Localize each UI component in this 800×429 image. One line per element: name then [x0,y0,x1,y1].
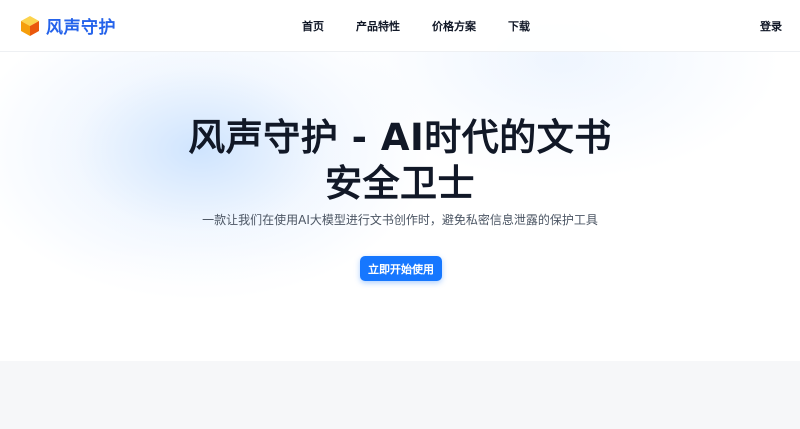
cube-logo-icon [21,15,39,36]
brand-logo-link[interactable]: 风声守护 [20,13,116,38]
nav-item-features[interactable]: 产品特性 [356,18,400,34]
get-started-button[interactable]: 立即开始使用 [360,256,442,281]
top-navbar: 风声守护 首页 产品特性 价格方案 下载 登录 [0,0,800,52]
hero-title-line-1: 风声守护 - AI时代的文书 [188,116,612,159]
nav-item-download[interactable]: 下载 [508,18,530,34]
next-section [0,361,800,429]
login-link[interactable]: 登录 [760,0,782,52]
nav-item-pricing[interactable]: 价格方案 [432,18,476,34]
hero-subtitle: 一款让我们在使用AI大模型进行文书创作时，避免私密信息泄露的保护工具 [202,213,598,227]
hero-title: 风声守护 - AI时代的文书 安全卫士 [150,115,650,207]
nav-item-home[interactable]: 首页 [302,18,324,34]
brand-name: 风声守护 [46,18,116,38]
hero-section: 风声守护 - AI时代的文书 安全卫士 一款让我们在使用AI大模型进行文书创作时… [0,52,800,361]
hero-title-line-2: 安全卫士 [325,162,475,205]
main-nav: 首页 产品特性 价格方案 下载 [302,0,530,52]
